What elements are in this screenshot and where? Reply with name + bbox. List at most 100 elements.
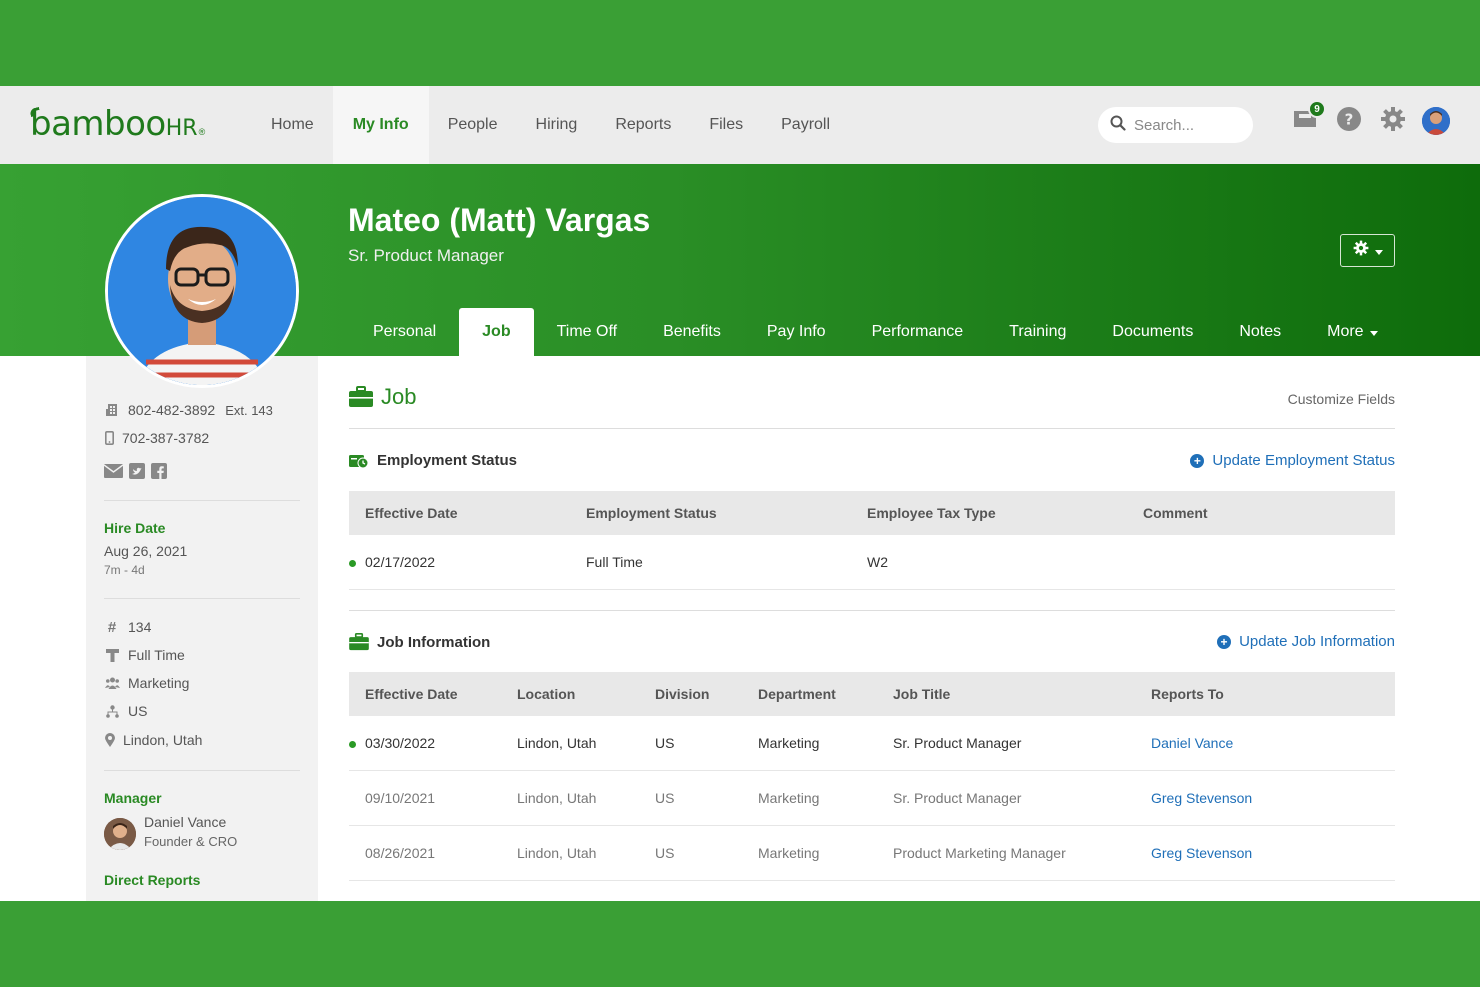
table-cell: Product Marketing Manager [893,845,1066,861]
table-cell: Lindon, Utah [517,845,597,861]
manager-name[interactable]: Daniel Vance [144,814,226,830]
bamboohr-logo[interactable]: bamboo HR ® [29,104,206,144]
table-cell: US [655,735,675,751]
nav-my-info[interactable]: My Info [332,86,429,164]
inbox-button[interactable]: 9 [1290,100,1326,136]
table-cell: 03/30/2022 [365,735,436,751]
badge-icon [104,648,120,662]
department: Marketing [128,675,190,691]
employment-status-table-header: Effective Date Employment Status Employe… [349,491,1395,535]
section-divider [349,610,1395,611]
reports-to-link[interactable]: Greg Stevenson [1151,845,1252,861]
manager-avatar[interactable] [104,818,136,850]
search-input[interactable] [1134,116,1244,134]
column-header[interactable]: Division [655,686,709,702]
tab-more[interactable]: More [1304,308,1400,356]
employment-status-title-text: Employment Status [377,452,518,469]
profile-photo[interactable] [105,194,299,388]
profile-tabs: Personal Job Time Off Benefits Pay Info … [350,308,1401,356]
profile-settings-dropdown[interactable] [1340,234,1395,267]
job-information-title: Job Information [349,633,490,651]
hire-date-value: Aug 26, 2021 [104,543,188,559]
location-row: Lindon, Utah [104,732,202,748]
employee-sidebar: 802-482-3892 Ext. 143 702-387-3782 Hire … [86,356,318,901]
svg-text:?: ? [1345,110,1354,128]
column-header[interactable]: Location [517,686,575,702]
table-row[interactable]: 03/30/2022 Lindon, Utah US Marketing Sr.… [349,716,1395,771]
nav-hiring[interactable]: Hiring [517,86,597,164]
job-section-title-text: Job [381,384,417,409]
reports-to-link[interactable]: Daniel Vance [1151,735,1233,751]
work-phone-ext: Ext. 143 [225,402,273,418]
employment-type: Full Time [128,647,185,663]
caret-down-icon [1369,323,1378,341]
employee-name: Mateo (Matt) Vargas [348,202,651,238]
facebook-icon[interactable] [151,463,167,479]
table-cell: 09/10/2021 [365,790,436,806]
column-header[interactable]: Job Title [893,686,950,702]
column-header[interactable]: Effective Date [365,505,458,521]
search-icon [1110,115,1126,136]
tab-job[interactable]: Job [459,308,534,356]
column-header[interactable]: Reports To [1151,686,1224,702]
employee-job-title: Sr. Product Manager [348,246,504,265]
plus-circle-icon: + [1190,453,1205,468]
tab-performance[interactable]: Performance [849,308,987,356]
nav-files[interactable]: Files [690,86,762,164]
help-button[interactable]: ? [1334,106,1364,136]
division: US [128,703,148,719]
update-employment-status-button[interactable]: + Update Employment Status [1190,452,1395,469]
column-header[interactable]: Employee Tax Type [867,505,996,521]
work-phone[interactable]: 802-482-3892 [128,402,215,418]
column-header[interactable]: Employment Status [586,505,717,521]
nav-reports[interactable]: Reports [596,86,690,164]
work-phone-row: 802-482-3892 Ext. 143 [104,402,273,418]
employment-type-row: Full Time [104,647,185,663]
table-row[interactable]: 08/26/2021 Lindon, Utah US Marketing Pro… [349,826,1395,881]
tenure-value: 7m - 4d [104,563,145,577]
twitter-icon[interactable] [129,463,145,479]
location: Lindon, Utah [123,732,203,748]
table-cell: Marketing [758,735,820,751]
tab-more-label: More [1327,323,1364,340]
column-header[interactable]: Department [758,686,836,702]
logo-text: bamboo [30,104,166,144]
table-row[interactable]: 02/17/2022 Full Time W2 [349,535,1395,590]
table-row[interactable]: 09/10/2021 Lindon, Utah US Marketing Sr.… [349,771,1395,826]
sidebar-divider [104,598,300,599]
update-job-information-label: Update Job Information [1239,633,1395,650]
column-header[interactable]: Comment [1143,505,1208,521]
update-job-information-button[interactable]: + Update Job Information [1217,633,1395,650]
tab-benefits[interactable]: Benefits [640,308,744,356]
tab-training[interactable]: Training [986,308,1089,356]
email-icon[interactable] [104,464,123,478]
table-cell: Lindon, Utah [517,790,597,806]
settings-button[interactable] [1378,106,1408,136]
logo-registered-mark: ® [198,127,206,137]
column-header[interactable]: Effective Date [365,686,458,702]
table-cell: Marketing [758,790,820,806]
current-indicator-dot [349,560,356,567]
gear-icon [1380,106,1406,137]
nav-payroll[interactable]: Payroll [762,86,849,164]
tab-pay-info[interactable]: Pay Info [744,308,849,356]
briefcase-icon [349,386,373,408]
hire-date-label: Hire Date [104,520,166,536]
reports-to-link[interactable]: Greg Stevenson [1151,790,1252,806]
manager-title: Founder & CRO [144,834,238,849]
table-cell: 02/17/2022 [365,554,436,570]
table-cell: Full Time [586,554,643,570]
tab-documents[interactable]: Documents [1089,308,1216,356]
tab-time-off[interactable]: Time Off [534,308,640,356]
nav-home[interactable]: Home [252,86,333,164]
manager-label: Manager [104,790,162,806]
main-nav-links: Home My Info People Hiring Reports Files… [252,86,849,164]
customize-fields-link[interactable]: Customize Fields [1288,391,1395,407]
tab-notes[interactable]: Notes [1216,308,1304,356]
mobile-phone[interactable]: 702-387-3782 [122,430,209,446]
direct-reports-label: Direct Reports [104,872,201,888]
tab-personal[interactable]: Personal [350,308,459,356]
table-cell: Marketing [758,845,820,861]
user-avatar[interactable] [1422,107,1450,135]
nav-people[interactable]: People [429,86,517,164]
